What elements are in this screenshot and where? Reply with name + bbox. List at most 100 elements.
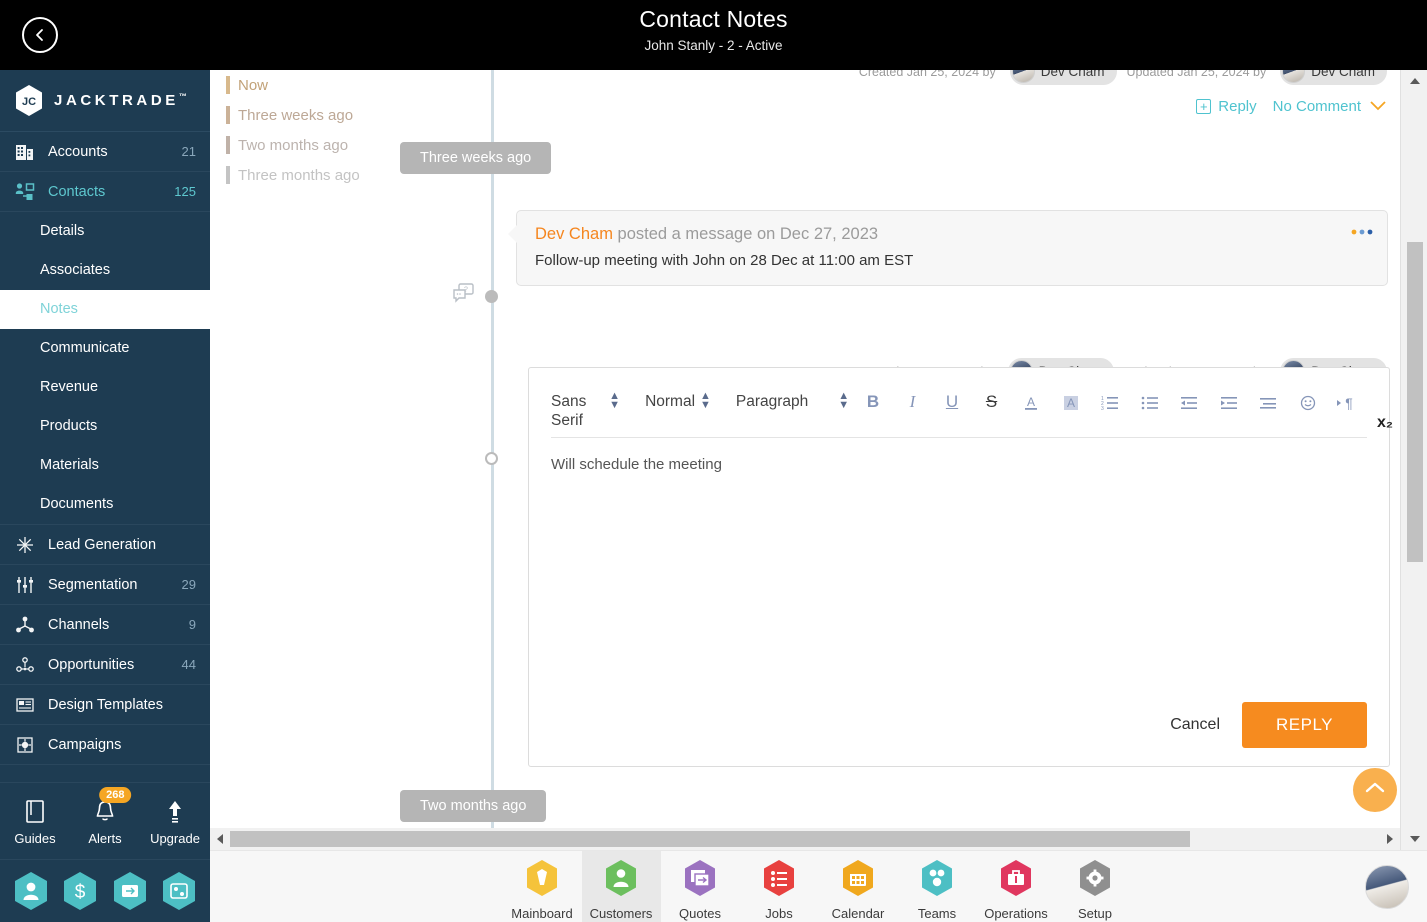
sidebar-subitem-label: Details [40, 223, 85, 239]
clear-formatting-button[interactable]: x₂ [1377, 414, 1393, 432]
no-comment-toggle-top[interactable]: No Comment [1273, 98, 1387, 115]
sidebar-subitem-documents[interactable]: Documents [0, 485, 210, 524]
three-dots-icon[interactable] [1351, 223, 1373, 241]
updated-label: Updated Jan 25, 2024 by [1126, 70, 1267, 79]
workflow-hex-icon[interactable] [160, 870, 198, 912]
cancel-button[interactable]: Cancel [1170, 716, 1220, 734]
dock-item-quotes[interactable]: Quotes [661, 851, 740, 922]
sidebar-item-lead-generation[interactable]: Lead Generation [0, 525, 210, 565]
ordered-list-icon[interactable]: 123 [1090, 392, 1130, 412]
vertical-scroll-thumb[interactable] [1407, 242, 1423, 562]
sidebar-subitem-products[interactable]: Products [0, 407, 210, 446]
quote-hex-icon[interactable] [111, 870, 149, 912]
horizontal-scrollbar[interactable] [210, 828, 1400, 850]
segmentation-icon [14, 574, 36, 596]
font-size-select[interactable]: Normal ▲ ▼ [645, 390, 711, 411]
page-subtitle: John Stanly - 2 - Active [644, 38, 783, 53]
dock-item-mainboard[interactable]: Mainboard [503, 851, 582, 922]
scroll-up-arrow[interactable] [1401, 70, 1427, 92]
user-avatar[interactable] [1365, 865, 1409, 909]
block-format-select[interactable]: Paragraph ▲ ▼ [736, 391, 849, 411]
dock-item-customers[interactable]: Customers [581, 851, 661, 922]
sidebar-subitem-label: Materials [40, 457, 99, 473]
scroll-to-top-button[interactable] [1353, 768, 1397, 812]
dock-item-operations[interactable]: Operations [977, 851, 1056, 922]
quotes-icon [681, 858, 719, 903]
sidebar-item-accounts[interactable]: Accounts 21 [0, 132, 210, 172]
created-user-chip[interactable]: Dev Cham [1009, 70, 1117, 85]
text-color-icon[interactable]: A [1011, 392, 1051, 412]
dock-item-calendar[interactable]: Calendar [819, 851, 898, 922]
updated-user-name: Dev Cham [1311, 70, 1375, 79]
vertical-scrollbar[interactable] [1400, 70, 1427, 850]
sidebar-subitem-materials[interactable]: Materials [0, 446, 210, 485]
dollar-hex-icon[interactable]: $ [61, 870, 99, 912]
emoji-icon[interactable] [1288, 392, 1328, 412]
updated-user-chip[interactable]: Dev Cham [1280, 70, 1387, 85]
italic-icon[interactable]: I [893, 392, 933, 412]
sidebar-item-label: Accounts [48, 143, 108, 160]
dock-item-teams[interactable]: Teams [898, 851, 977, 922]
sidebar-item-opportunities[interactable]: Opportunities 44 [0, 645, 210, 685]
dock-item-jobs[interactable]: Jobs [740, 851, 819, 922]
bullet-list-icon[interactable] [1130, 392, 1170, 412]
scroll-down-arrow[interactable] [1401, 828, 1427, 850]
sidebar-item-contacts[interactable]: Contacts 125 [0, 172, 210, 212]
sidebar-item-design-templates[interactable]: Design Templates [0, 685, 210, 725]
scroll-right-arrow[interactable] [1380, 828, 1400, 850]
sidebar-subitem-label: Products [40, 418, 98, 434]
guides-button[interactable]: Guides [4, 797, 66, 846]
chevron-updown-icon: ▲ ▼ [700, 390, 711, 411]
sidebar-subitem-communicate[interactable]: Communicate [0, 329, 210, 368]
customers-icon [602, 858, 640, 903]
timeline-period-three-months[interactable]: Three months ago [226, 160, 360, 190]
sidebar-subitem-notes[interactable]: Notes [0, 290, 210, 329]
teams-icon [918, 858, 956, 903]
sidebar-item-campaigns[interactable]: Campaigns [0, 725, 210, 765]
reply-editor-panel: Sans Serif ▲ ▼ Normal ▲ ▼ Paragraph ▲ ▼ B I… [528, 367, 1393, 767]
align-icon[interactable] [1249, 392, 1289, 412]
scroll-left-arrow[interactable] [210, 828, 230, 850]
note-author[interactable]: Dev Cham [535, 225, 613, 243]
sidebar-item-count: 9 [188, 617, 196, 632]
timeline-period-label: Three weeks ago [238, 106, 354, 124]
sidebar-item-channels[interactable]: Channels 9 [0, 605, 210, 645]
font-family-select[interactable]: Sans Serif ▲ ▼ [551, 391, 620, 430]
reply-submit-button[interactable]: REPLY [1242, 702, 1367, 748]
svg-text:A: A [1027, 395, 1035, 409]
indent-icon[interactable] [1209, 392, 1249, 412]
reply-button-top[interactable]: + Reply [1196, 98, 1257, 115]
text-direction-icon[interactable]: ¶ [1328, 392, 1368, 412]
snowflake-icon [14, 534, 36, 556]
svg-text:3: 3 [1101, 406, 1104, 412]
timeline-period-now[interactable]: Now [226, 70, 360, 100]
highlight-color-icon[interactable]: A [1051, 392, 1091, 412]
sidebar-subitem-label: Associates [40, 262, 111, 278]
upgrade-button[interactable]: Upgrade [144, 797, 206, 846]
alerts-badge: 268 [99, 786, 132, 803]
dock-item-label: Setup [1078, 905, 1112, 921]
main-content: Now Three weeks ago Two months ago Three… [210, 70, 1427, 850]
dock-item-label: Quotes [679, 905, 721, 921]
building-icon [14, 141, 36, 163]
underline-icon[interactable]: U [932, 392, 972, 412]
timeline-period-three-weeks[interactable]: Three weeks ago [226, 100, 360, 130]
outdent-icon[interactable] [1169, 392, 1209, 412]
dock-item-setup[interactable]: Setup [1056, 851, 1135, 922]
bold-icon[interactable]: B [853, 392, 893, 412]
sidebar-subitem-associates[interactable]: Associates [0, 251, 210, 290]
brand-logo[interactable]: JC JACKTRADE™ [0, 70, 210, 132]
sidebar-item-segmentation[interactable]: Segmentation 29 [0, 565, 210, 605]
editor-actions: Cancel REPLY [1170, 702, 1367, 748]
mainboard-icon [523, 858, 561, 903]
sidebar-subitem-revenue[interactable]: Revenue [0, 368, 210, 407]
reply-text-area[interactable]: Will schedule the meeting [551, 456, 1367, 636]
sidebar-item-label: Opportunities [48, 656, 135, 673]
person-hex-icon[interactable] [12, 870, 50, 912]
strikethrough-icon[interactable]: S [972, 392, 1012, 412]
horizontal-scroll-thumb[interactable] [230, 831, 1190, 847]
timeline-period-two-months[interactable]: Two months ago [226, 130, 360, 160]
alerts-button[interactable]: 268 Alerts [74, 786, 136, 846]
sidebar-subitem-details[interactable]: Details [0, 212, 210, 251]
avatar [1011, 70, 1035, 83]
